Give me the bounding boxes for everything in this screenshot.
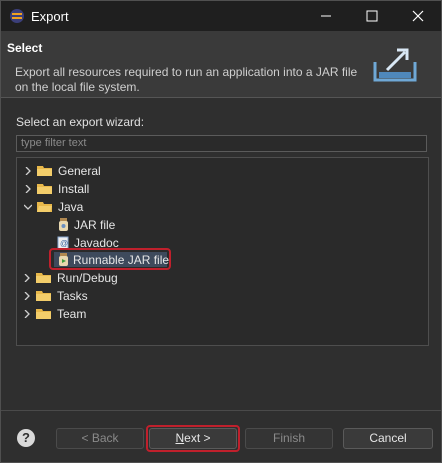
finish-button[interactable]: Finish: [245, 428, 333, 449]
next-highlight-outline: [146, 425, 240, 452]
tree-item-general[interactable]: General: [22, 162, 402, 180]
folder-icon: [37, 166, 52, 176]
tree-item-label: JAR file: [74, 218, 116, 232]
tree-item-label: Run/Debug: [57, 271, 118, 285]
minimize-icon: [321, 15, 331, 17]
tree-item-label: General: [58, 164, 101, 178]
export-dialog: Export Select Export all resources requi…: [0, 0, 442, 463]
maximize-button[interactable]: [349, 1, 395, 31]
filter-input[interactable]: type filter text: [16, 135, 427, 152]
page-title: Select: [7, 41, 43, 55]
tree-item-java[interactable]: Java: [22, 198, 402, 216]
tree-item-label: Install: [58, 182, 90, 196]
window-title: Export: [31, 9, 69, 24]
back-button[interactable]: < Back: [56, 428, 144, 449]
page-description: Export all resources required to run an …: [15, 65, 358, 94]
tree-item-label: Tasks: [57, 289, 88, 303]
folder-icon: [36, 291, 51, 301]
export-icon: [373, 48, 417, 82]
tree-item-tasks[interactable]: Tasks: [21, 287, 401, 305]
help-button[interactable]: ?: [17, 429, 35, 447]
folder-icon: [36, 309, 51, 319]
cancel-button[interactable]: Cancel: [343, 428, 433, 449]
tree-item-team[interactable]: Team: [21, 305, 401, 323]
chevron-right-icon[interactable]: [22, 180, 34, 198]
footer-divider: [1, 410, 441, 411]
tree-item-run-debug[interactable]: Run/Debug: [21, 269, 401, 287]
title-bar: Export: [1, 1, 441, 31]
maximize-icon: [366, 10, 378, 22]
tree-item-install[interactable]: Install: [22, 180, 402, 198]
jar-icon: [59, 218, 68, 231]
chevron-right-icon[interactable]: [21, 269, 33, 287]
close-button[interactable]: [395, 1, 441, 31]
chevron-right-icon[interactable]: [21, 287, 33, 305]
tree-item-jar-file[interactable]: JAR file: [55, 216, 395, 234]
minimize-button[interactable]: [303, 1, 349, 31]
close-icon: [412, 10, 424, 22]
svg-text:@: @: [60, 239, 68, 248]
folder-open-icon: [37, 202, 52, 212]
wizard-header: Select Export all resources required to …: [1, 31, 441, 98]
tree-item-label: Team: [57, 307, 87, 321]
export-wizard-label: Select an export wizard:: [16, 115, 145, 129]
highlight-outline: [49, 248, 171, 270]
eclipse-icon: [10, 9, 24, 23]
chevron-down-icon[interactable]: [22, 198, 34, 216]
folder-icon: [36, 273, 51, 283]
chevron-right-icon[interactable]: [22, 162, 34, 180]
tree-item-label: Java: [58, 200, 84, 214]
folder-icon: [37, 184, 52, 194]
chevron-right-icon[interactable]: [21, 305, 33, 323]
